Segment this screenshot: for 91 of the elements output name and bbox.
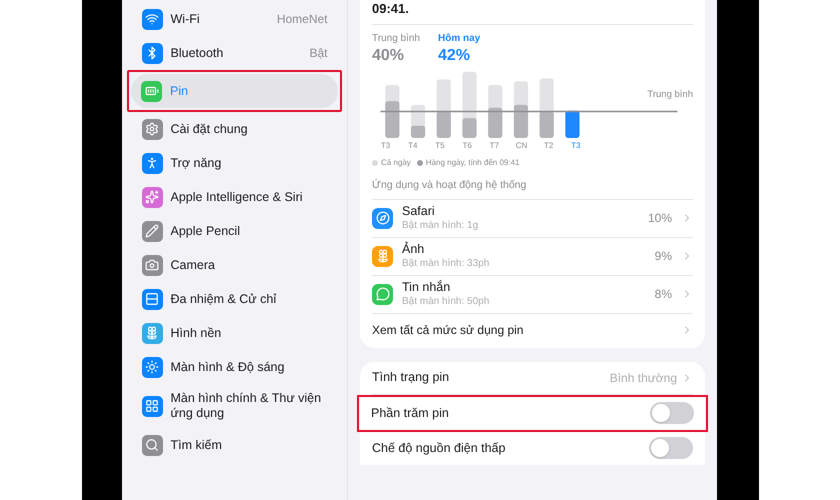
sidebar-item[interactable]: Màn hình & Độ sáng <box>132 350 338 384</box>
day-label: T4 <box>407 140 418 152</box>
sidebar-item[interactable]: Màn hình chính & Thư viện ứng dụng <box>132 384 338 428</box>
item-label: Apple Pencil <box>170 224 241 238</box>
item-label: Wi-Fi <box>170 12 201 26</box>
row-label: Tình trạng pin <box>372 369 450 386</box>
day-label: T6 <box>461 140 473 152</box>
sidebar-item[interactable]: Tìm kiếm <box>132 428 338 462</box>
bar <box>462 72 477 138</box>
day-label: T7 <box>488 140 500 152</box>
sidebar-item[interactable]: Wi-Fi HomeNet <box>132 2 338 36</box>
bar <box>436 79 451 138</box>
usage-percent: 9% <box>654 248 672 266</box>
usage-percent: 10% <box>648 210 672 228</box>
wifi-icon <box>142 8 162 30</box>
bar <box>385 85 400 138</box>
compass-icon <box>372 208 393 229</box>
sidebar-item[interactable]: Camera <box>132 248 338 282</box>
usage-percent: 8% <box>654 286 672 304</box>
item-label: Màn hình chính & Thư viện ứng dụng <box>170 391 322 421</box>
item-label: Apple Intelligence & Siri <box>170 190 304 204</box>
item-label: Hình nền <box>170 326 222 340</box>
row-label: Phần trăm pin <box>371 404 450 422</box>
item-value: Bật <box>309 45 328 62</box>
stat-label: Trung bình <box>372 32 420 46</box>
section-title: Ứng dụng và hoạt động hệ thống <box>372 178 693 200</box>
flower-icon <box>372 246 393 267</box>
see-all-row[interactable]: Xem tất cả mức sử dụng pin <box>372 314 693 346</box>
bar <box>565 110 580 138</box>
row-value: Bình thường <box>610 370 677 387</box>
item-label: Bluetooth <box>170 46 224 60</box>
gear-icon <box>142 118 162 140</box>
row-label: Chế độ nguồn điện thấp <box>372 440 506 457</box>
window-icon <box>142 288 162 310</box>
bar <box>540 78 554 138</box>
sidebar-item[interactable]: Apple Pencil <box>132 214 338 248</box>
average-label: Trung bình <box>647 88 693 102</box>
sidebar-item[interactable]: Đa nhiệm & Cử chỉ <box>132 282 338 316</box>
sidebar-item[interactable]: Trợ năng <box>132 146 338 180</box>
day-label: T5 <box>434 140 446 152</box>
settings-row[interactable]: Phần trăm pin <box>371 396 694 430</box>
see-all-label: Xem tất cả mức sử dụng pin <box>372 322 524 339</box>
pencil-icon <box>142 220 162 242</box>
sparkle-icon <box>142 186 162 208</box>
day-label: T2 <box>543 140 554 152</box>
toggle-switch[interactable] <box>649 437 693 460</box>
chat-bubble-icon <box>372 284 393 305</box>
app-name: Tin nhắn <box>402 280 452 296</box>
item-value: HomeNet <box>276 11 328 28</box>
sidebar-item[interactable]: Hình nền <box>132 316 338 350</box>
sun-icon <box>142 356 162 378</box>
settings-row[interactable]: Chế độ nguồn điện thấp <box>372 432 693 465</box>
sidebar-item[interactable]: Bluetooth Bật <box>132 36 338 70</box>
item-label: Pin <box>170 84 190 98</box>
stat-value: 42% <box>438 46 472 66</box>
app-detail: Bật màn hình: 33ph <box>402 257 490 270</box>
item-label: Tìm kiếm <box>170 438 223 452</box>
bar <box>514 81 528 138</box>
bar <box>410 104 426 138</box>
legend-label: Hàng ngày, tính đến 09:41 <box>426 157 520 169</box>
item-label: Cài đặt chung <box>170 122 249 136</box>
bar <box>488 85 502 138</box>
sidebar-item[interactable]: Apple Intelligence & Siri <box>132 180 338 214</box>
toggle-switch[interactable] <box>650 402 694 424</box>
stat-label: Hôm nay <box>438 32 480 46</box>
person-icon <box>142 152 162 174</box>
flower-icon <box>142 322 162 344</box>
legend-label: Cả ngày <box>381 157 411 169</box>
app-usage-row[interactable]: Safari Bật màn hình: 1g 10% <box>372 200 693 238</box>
app-usage-row[interactable]: Ảnh Bật màn hình: 33ph 9% <box>372 238 693 276</box>
grid-icon <box>142 396 162 416</box>
settings-row[interactable]: Tình trạng pin Bình thường <box>372 362 693 395</box>
item-label: Trợ năng <box>170 156 222 170</box>
item-label: Camera <box>170 258 216 272</box>
time-text: 09:41. <box>372 2 693 25</box>
app-name: Safari <box>402 204 436 220</box>
item-label: Đa nhiệm & Cử chỉ <box>170 292 278 306</box>
stat-value: 40% <box>372 46 406 66</box>
day-label: T3 <box>380 140 392 152</box>
day-label: CN <box>514 140 528 152</box>
app-name: Ảnh <box>402 242 426 258</box>
app-usage-row[interactable]: Tin nhắn Bật màn hình: 50ph 8% <box>372 276 693 314</box>
sidebar-item[interactable]: Cài đặt chung <box>132 112 338 146</box>
camera-icon <box>142 254 162 276</box>
day-label: T3 <box>570 140 582 152</box>
item-label: Màn hình & Độ sáng <box>170 360 286 374</box>
app-detail: Bật màn hình: 1g <box>402 219 480 232</box>
battery-icon <box>141 80 162 102</box>
app-detail: Bật màn hình: 50ph <box>402 295 490 308</box>
search-icon <box>142 434 162 456</box>
bluetooth-icon <box>142 42 162 64</box>
